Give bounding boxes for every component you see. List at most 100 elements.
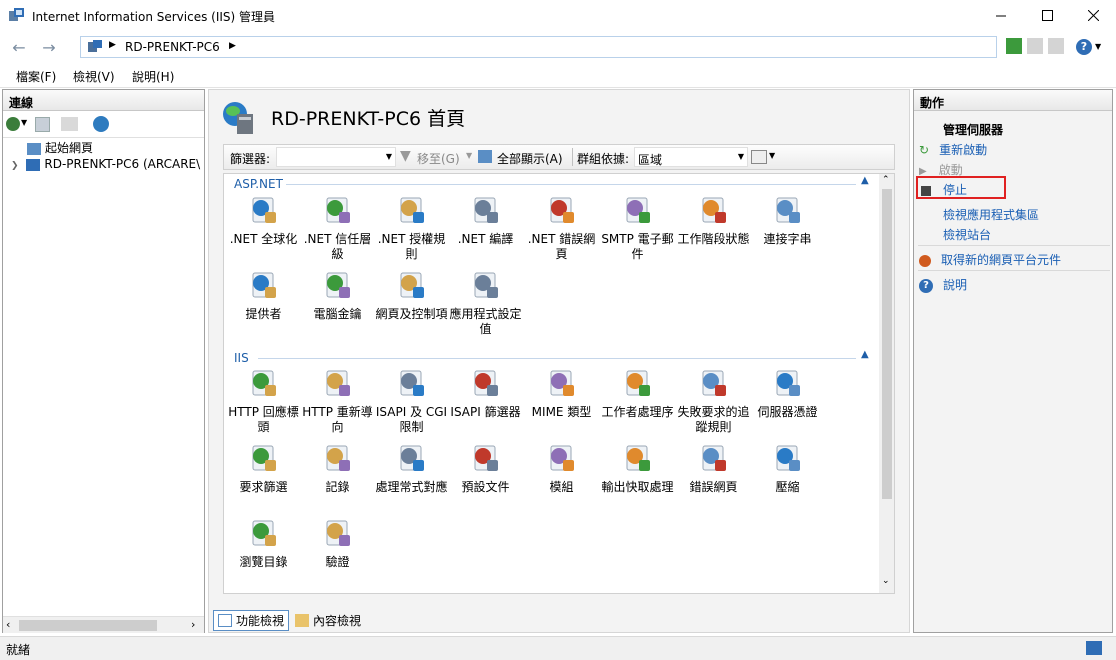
iis-feature-tile[interactable]: HTTP 回應標頭	[226, 367, 301, 435]
group-header-iis[interactable]: IIS ▲	[234, 349, 874, 365]
feature-icon	[326, 370, 350, 396]
aspnet-feature-tile[interactable]: 應用程式設定值	[448, 269, 523, 337]
action-get-web-platform[interactable]: 取得新的網頁平台元件	[919, 251, 1061, 268]
minimize-button[interactable]	[978, 0, 1024, 31]
collapse-icon[interactable]: ▲	[861, 175, 869, 186]
iis-feature-tile[interactable]: 工作者處理序	[600, 367, 675, 420]
stop-icon[interactable]	[1027, 38, 1043, 54]
scroll-left-icon[interactable]: ‹	[6, 618, 10, 631]
iis-feature-tile[interactable]: MIME 類型	[524, 367, 599, 420]
aspnet-feature-tile[interactable]: .NET 錯誤網頁	[524, 194, 599, 262]
forward-button[interactable]: →	[36, 37, 62, 57]
filter-input[interactable]: ▼	[276, 147, 396, 167]
feature-label: 記錄	[325, 480, 350, 494]
iis-feature-tile[interactable]: 模組	[524, 442, 599, 495]
tab-content-view[interactable]: 內容檢視	[291, 610, 365, 631]
up-icon[interactable]	[61, 117, 78, 131]
aspnet-feature-tile[interactable]: 連接字串	[750, 194, 825, 247]
aspnet-feature-tile[interactable]: SMTP 電子郵件	[600, 194, 675, 262]
connections-toolbar: ▼	[3, 112, 204, 138]
iis-feature-tile[interactable]: HTTP 重新導向	[300, 367, 375, 435]
page-title: RD-PRENKT-PC6 首頁	[271, 108, 466, 130]
refresh-icon[interactable]	[1006, 38, 1022, 54]
feature-icon	[400, 197, 424, 223]
iis-feature-tile[interactable]: 記錄	[300, 442, 375, 495]
iis-feature-tile[interactable]: 錯誤網頁	[676, 442, 751, 495]
action-label: 停止	[943, 183, 968, 197]
tree-label: 起始網頁	[45, 141, 94, 155]
action-help[interactable]: ? 說明	[919, 276, 967, 293]
disconnect-icon[interactable]	[93, 116, 109, 132]
dropdown-icon[interactable]: ▼	[769, 151, 775, 160]
feature-icon	[400, 272, 424, 298]
scroll-right-icon[interactable]: ›	[191, 618, 195, 631]
iis-feature-tile[interactable]: 壓縮	[750, 442, 825, 495]
feature-label: 處理常式對應	[375, 480, 448, 494]
iis-feature-tile[interactable]: 處理常式對應	[374, 442, 449, 495]
feature-label: 要求篩選	[239, 480, 288, 494]
feature-icon	[474, 272, 498, 298]
dropdown-icon[interactable]: ▼	[21, 118, 27, 127]
aspnet-feature-tile[interactable]: .NET 授權規則	[374, 194, 449, 262]
menu-help[interactable]: 說明(H)	[132, 68, 174, 85]
feature-icon	[776, 370, 800, 396]
iis-feature-tile[interactable]: 要求篩選	[226, 442, 301, 495]
scroll-thumb[interactable]	[882, 189, 892, 499]
iis-feature-tile[interactable]: ISAPI 篩選器	[448, 367, 523, 420]
iis-feature-tile[interactable]: 預設文件	[448, 442, 523, 495]
feature-label: 瀏覽目錄	[239, 555, 288, 569]
dropdown-icon[interactable]: ▼	[738, 152, 744, 161]
scroll-up-icon[interactable]: ⌃	[882, 175, 890, 185]
aspnet-feature-tile[interactable]: .NET 編譯	[448, 194, 523, 247]
separator	[918, 270, 1110, 271]
connect-icon[interactable]	[6, 117, 20, 131]
iis-feature-tile[interactable]: 輸出快取處理	[600, 442, 675, 495]
iis-feature-tile[interactable]: ISAPI 及 CGI 限制	[374, 367, 449, 435]
tab-features-view[interactable]: 功能檢視	[213, 610, 290, 631]
aspnet-feature-tile[interactable]: 電腦金鑰	[300, 269, 375, 322]
feature-label: 預設文件	[461, 480, 510, 494]
iis-feature-tile[interactable]: 伺服器憑證	[750, 367, 825, 420]
menu-view[interactable]: 檢視(V)	[73, 68, 115, 85]
feature-icon	[400, 370, 424, 396]
address-bar: ← → ▶ RD-PRENKT-PC6 ▶ ? ▼	[0, 31, 1116, 63]
aspnet-feature-tile[interactable]: .NET 全球化	[226, 194, 301, 247]
aspnet-feature-tile[interactable]: 網頁及控制項	[374, 269, 449, 322]
action-stop[interactable]: 停止	[921, 181, 967, 198]
address-box[interactable]: ▶ RD-PRENKT-PC6 ▶	[80, 36, 997, 58]
action-label: 啟動	[938, 163, 963, 177]
view-mode-icon[interactable]	[751, 150, 767, 164]
action-restart[interactable]: ↻ 重新啟動	[919, 141, 987, 158]
group-by-select[interactable]: 區域 ▼	[634, 147, 748, 167]
breadcrumb-arrow-icon: ▶	[109, 40, 116, 50]
go-button[interactable]: 移至(G)	[417, 150, 460, 167]
vertical-scrollbar[interactable]: ⌃ ⌄	[879, 174, 894, 593]
action-view-sites[interactable]: 檢視站台	[943, 226, 991, 243]
aspnet-feature-tile[interactable]: .NET 信任層級	[300, 194, 375, 262]
back-button[interactable]: ←	[6, 37, 32, 57]
tree-item-start[interactable]: 起始網頁	[27, 139, 93, 156]
help-button[interactable]: ? ▼	[1076, 37, 1110, 56]
iis-feature-tile[interactable]: 驗證	[300, 517, 375, 570]
feature-label: ISAPI 及 CGI 限制	[375, 405, 448, 434]
menu-file[interactable]: 檔案(F)	[16, 68, 56, 85]
expand-icon[interactable]: ❯	[11, 161, 19, 171]
close-button[interactable]	[1070, 0, 1116, 31]
tree-item-server[interactable]: ❯ RD-PRENKT-PC6 (ARCARE\	[11, 157, 204, 171]
group-header-aspnet[interactable]: ASP.NET ▲	[234, 175, 874, 191]
show-all-button[interactable]: 全部顯示(A)	[497, 150, 563, 167]
save-icon[interactable]	[35, 117, 50, 132]
dropdown-icon[interactable]: ▼	[386, 152, 392, 161]
home-icon[interactable]	[1048, 38, 1064, 54]
scroll-thumb[interactable]	[19, 620, 157, 631]
scroll-down-icon[interactable]: ⌄	[882, 576, 890, 586]
dropdown-icon[interactable]: ▼	[466, 151, 472, 160]
maximize-button[interactable]	[1024, 0, 1070, 31]
aspnet-feature-tile[interactable]: 提供者	[226, 269, 301, 322]
iis-feature-tile[interactable]: 瀏覽目錄	[226, 517, 301, 570]
collapse-icon[interactable]: ▲	[861, 349, 869, 360]
horizontal-scrollbar[interactable]: ‹ ›	[3, 616, 204, 633]
action-view-app-pools[interactable]: 檢視應用程式集區	[943, 206, 1039, 223]
aspnet-feature-tile[interactable]: 工作階段狀態	[676, 194, 751, 247]
iis-feature-tile[interactable]: 失敗要求的追蹤規則	[676, 367, 751, 435]
